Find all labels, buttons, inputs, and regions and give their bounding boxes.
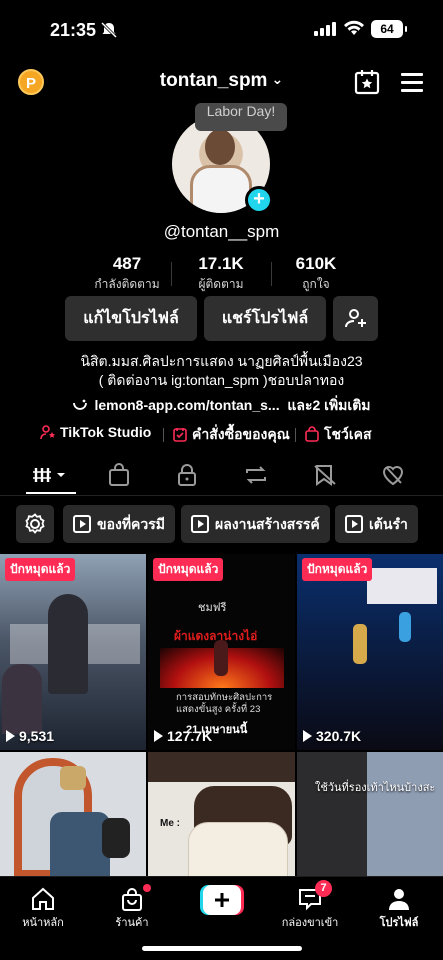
playlist-icon: [191, 515, 209, 533]
more-links[interactable]: และ2 เพิ่มเติม: [287, 397, 370, 413]
signal-icon: [314, 22, 336, 36]
shopping-bag-icon: [305, 426, 319, 442]
person-figure: [50, 812, 110, 876]
tab-shop-bag-icon[interactable]: [104, 462, 134, 488]
nav-profile[interactable]: โปรไฟล์: [359, 883, 439, 931]
orders-link[interactable]: คำสั่งซื้อของคุณ: [172, 424, 290, 446]
menu-icon[interactable]: [401, 73, 423, 97]
content-tabs: [0, 458, 443, 496]
tanktop-white: [188, 822, 288, 876]
stat-likes[interactable]: 610K ถูกใจ: [266, 254, 366, 294]
tab-liked-hidden-icon[interactable]: [378, 462, 408, 488]
tab-videos-grid-icon[interactable]: [30, 462, 70, 488]
profile-header: P tontan_spm ⌄: [0, 62, 443, 104]
poster-headline: ชมฟรี: [198, 602, 227, 614]
profile-person-icon: [389, 889, 409, 910]
shop-notification-dot: [143, 884, 151, 892]
tab-favorites-hidden-icon[interactable]: [310, 462, 340, 488]
calendar-star-icon[interactable]: [354, 69, 380, 95]
caption-overlay: Me :: [160, 818, 180, 829]
profile-handle: @tontan__spm: [163, 222, 280, 241]
caption-overlay: ใช้วันที่รองเท้าไหนบ้างสะ: [315, 782, 436, 794]
showcase-link[interactable]: โชว์เคส: [304, 424, 372, 446]
create-button[interactable]: [200, 885, 244, 915]
pants-graphic: [297, 752, 443, 876]
note-bubble[interactable]: Labor Day!: [195, 103, 287, 131]
hat-graphic: [60, 766, 86, 790]
tab-private-lock-icon[interactable]: [172, 462, 202, 488]
home-indicator: [142, 946, 302, 951]
playlist-chip[interactable]: ผลงานสร้างสรรค์: [181, 505, 330, 543]
dancer-figure: [399, 612, 411, 642]
shortcut-divider: [295, 428, 296, 442]
chevron-down-icon: ⌄: [271, 71, 284, 87]
profile-stats: 487 กำลังติดตาม 17.1K ผู้ติดตาม 610K ถูก…: [0, 254, 443, 294]
top-strip: [148, 752, 295, 782]
shortcut-divider: [163, 428, 164, 442]
pinned-badge: ปักหมุดแล้ว: [5, 558, 76, 581]
wifi-icon: [344, 20, 364, 35]
playlist-chip[interactable]: เต้นรำ: [335, 505, 418, 543]
bell-muted-icon: [100, 21, 118, 39]
share-profile-button[interactable]: แชร์โปรไฟล์: [204, 296, 326, 341]
nav-home[interactable]: หน้าหลัก: [3, 883, 83, 931]
video-thumbnail[interactable]: [0, 752, 146, 876]
dancer-figure: [353, 624, 367, 664]
username-title: tontan_spm: [159, 70, 268, 91]
playlist-chip[interactable]: ของที่ควรมี: [63, 505, 176, 543]
order-check-icon: [173, 428, 187, 442]
profile-shortcuts: TikTok Studio คำสั่งซื้อของคุณ โชว์เคส: [0, 424, 443, 446]
clock: 21:35: [50, 20, 97, 40]
backdrop-sign: [367, 568, 437, 604]
inbox-badge: 7: [315, 880, 332, 897]
bio-line: ( ติดต่องาน ig:tontan_spm )ชอบปลาทอง: [98, 372, 345, 388]
bag-graphic: [102, 818, 130, 858]
view-count: 320.7K: [303, 728, 361, 744]
add-story-plus-icon[interactable]: +: [245, 186, 273, 214]
video-thumbnail[interactable]: ใช้วันที่รองเท้าไหนบ้างสะ: [297, 752, 443, 876]
nav-shop[interactable]: ร้านค้า: [92, 883, 172, 931]
shopping-bag-icon: [122, 888, 142, 911]
home-icon: [32, 887, 54, 910]
video-thumbnail[interactable]: ชมฟรี ผ้าแดงลาน่างไอ่ การสอบทักษะศิลปะกา…: [148, 554, 295, 750]
pinned-badge: ปักหมุดแล้ว: [153, 558, 224, 581]
battery-icon: 64: [371, 20, 407, 38]
gear-icon: [25, 513, 45, 534]
add-friend-button[interactable]: [333, 296, 378, 341]
profile-link[interactable]: lemon8-app.com/tontan_s...: [94, 397, 279, 413]
playlist-chips: ของที่ควรมี ผลงานสร้างสรรค์ เต้นรำ: [0, 505, 443, 543]
bio-line: นิสิต.มมส.ศิลปะการแสดง นาฏยศิลป์พื้นเมือ…: [80, 353, 363, 369]
nav-inbox[interactable]: 7 กล่องขาเข้า: [270, 880, 350, 931]
tiktok-studio-link[interactable]: TikTok Studio: [40, 424, 151, 440]
video-thumbnail[interactable]: Me :: [148, 752, 295, 876]
playlist-icon: [345, 515, 363, 533]
dancer-figure: [48, 594, 88, 694]
video-thumbnail[interactable]: ปักหมุดแล้ว 320.7K: [297, 554, 443, 750]
add-person-icon: [344, 309, 366, 328]
video-thumbnail[interactable]: ปักหมุดแล้ว 9,531: [0, 554, 146, 750]
pinned-badge: ปักหมุดแล้ว: [302, 558, 373, 581]
poster-caption: การสอบทักษะศิลปะการ แสดงขั้นสูง ครั้งที่…: [176, 692, 273, 715]
playlist-icon: [73, 515, 91, 533]
playlist-settings-button[interactable]: [16, 505, 54, 543]
tab-reposts-icon[interactable]: [241, 462, 271, 488]
view-count: 9,531: [6, 728, 54, 744]
view-count: 127.7K: [154, 728, 212, 744]
dancer-figure: [214, 640, 228, 676]
stat-followers[interactable]: 17.1K ผู้ติดตาม: [171, 254, 271, 294]
active-tab-indicator: [26, 492, 76, 494]
person-figure: [2, 664, 42, 734]
profile-actions: แก้ไขโปรไฟล์ แชร์โปรไฟล์: [0, 296, 443, 342]
profile-bio: นิสิต.มมส.ศิลปะการแสดง นาฏยศิลป์พื้นเมือ…: [0, 352, 443, 390]
profile-link-row[interactable]: lemon8-app.com/tontan_s... และ2 เพิ่มเติ…: [0, 395, 443, 417]
edit-profile-button[interactable]: แก้ไขโปรไฟล์: [65, 296, 197, 341]
status-bar: 21:35 64: [0, 0, 443, 60]
video-grid: ปักหมุดแล้ว 9,531 ชมฟรี ผ้าแดงลาน่างไอ่ …: [0, 554, 443, 876]
plus-icon: [200, 885, 244, 915]
person-star-icon: [40, 425, 55, 440]
link-icon: [73, 399, 88, 410]
stat-following[interactable]: 487 กำลังติดตาม: [77, 254, 177, 294]
